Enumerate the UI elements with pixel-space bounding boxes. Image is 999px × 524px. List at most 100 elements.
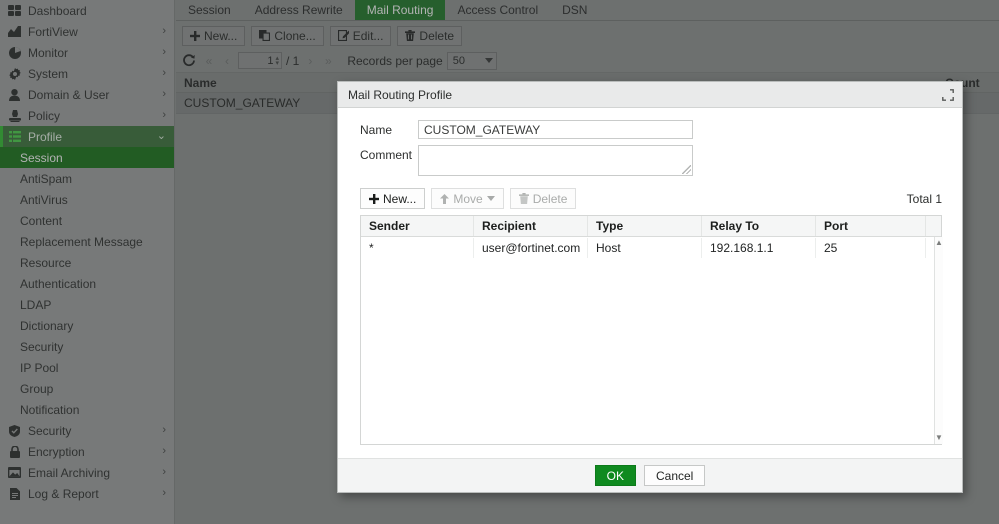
expand-icon[interactable] [942,88,954,101]
sidebar-item-content[interactable]: Content [0,210,174,231]
tab-mail-routing[interactable]: Mail Routing [354,0,446,20]
dialog-title: Mail Routing Profile [348,87,453,102]
sidebar-item-ip-pool[interactable]: IP Pool [0,357,174,378]
sidebar-item-encryption[interactable]: Encryption › [0,441,174,462]
grid-column-type[interactable]: Type [588,216,702,236]
cell-recipient: user@fortinet.com [474,237,588,258]
tab-label: Access Control [457,3,539,17]
refresh-icon[interactable] [182,54,198,67]
sidebar-item-system[interactable]: System › [0,63,174,84]
grid-vertical-scrollbar[interactable]: ▲ ▼ [934,237,943,444]
tab-access-control[interactable]: Access Control [445,0,550,20]
grid-column-relay-to[interactable]: Relay To [702,216,816,236]
spinner-icon: ▴ ▾ [275,54,279,67]
move-up-icon [440,193,450,204]
grid-column-recipient[interactable]: Recipient [474,216,588,236]
rule-move-button[interactable]: Move [431,188,504,209]
rule-move-label: Move [453,191,483,206]
sidebar-item-fortiview[interactable]: FortiView › [0,21,174,42]
routing-rules-grid: Sender Recipient Type Relay To Port * us… [360,215,943,445]
sidebar-item-ldap[interactable]: LDAP [0,294,174,315]
name-input[interactable] [418,120,693,139]
sidebar-item-resource[interactable]: Resource [0,252,174,273]
resize-grip-icon[interactable] [682,165,691,174]
clone-button-label: Clone... [274,28,316,43]
last-page-button[interactable]: » [321,54,335,68]
sidebar-item-authentication[interactable]: Authentication [0,273,174,294]
records-per-page-label: Records per page [347,53,443,68]
shield-icon [7,424,22,438]
edit-button[interactable]: Edit... [329,25,392,46]
sidebar-item-label: Policy [28,108,61,123]
name-label: Name [360,123,393,137]
page-number-input[interactable]: 1 ▴ ▾ [238,52,282,69]
cell-relay-to: 192.168.1.1 [702,237,816,258]
sidebar-item-security[interactable]: Security › [0,420,174,441]
sidebar-item-monitor[interactable]: Monitor › [0,42,174,63]
sidebar-item-label: Security [28,423,72,438]
scroll-down-icon[interactable]: ▼ [935,434,943,442]
sidebar-item-dictionary[interactable]: Dictionary [0,315,174,336]
sidebar-item-group[interactable]: Group [0,378,174,399]
tab-address-rewrite[interactable]: Address Rewrite [243,0,355,20]
sidebar-item-email-archiving[interactable]: Email Archiving › [0,462,174,483]
clone-button[interactable]: Clone... [251,25,324,46]
chevron-down-icon: ⌄ [156,130,166,142]
prev-page-button[interactable]: ‹ [220,54,234,68]
sidebar-item-dashboard[interactable]: Dashboard [0,0,174,21]
sidebar-item-domain-user[interactable]: Domain & User › [0,84,174,105]
chevron-down-icon [484,58,493,63]
next-page-button[interactable]: › [303,54,317,68]
table-row[interactable]: * user@fortinet.com Host 192.168.1.1 25 [361,237,934,258]
ok-button[interactable]: OK [594,465,636,486]
sidebar-item-security-profile[interactable]: Security [0,336,174,357]
tab-session[interactable]: Session [176,0,243,20]
edit-icon [337,30,349,41]
cell-sender: * [361,237,474,258]
chevron-right-icon: › [162,109,166,121]
sidebar-item-log-report[interactable]: Log & Report › [0,483,174,504]
sidebar-item-notification[interactable]: Notification [0,399,174,420]
cell-extra [926,238,934,258]
archive-icon [7,466,22,480]
sidebar-item-session[interactable]: Session [0,147,174,168]
rule-delete-button[interactable]: Delete [509,188,577,209]
tab-dsn[interactable]: DSN [550,0,599,20]
records-per-page-select[interactable]: 50 [446,51,497,70]
sidebar-sub-label: AntiSpam [20,171,73,186]
user-icon [7,88,22,102]
chevron-down-icon [486,196,495,201]
edit-button-label: Edit... [352,28,384,43]
sidebar-sub-label: Security [20,339,64,354]
first-page-button[interactable]: « [202,54,216,68]
sidebar-sub-label: Authentication [20,276,97,291]
sidebar-item-label: Profile [28,129,63,144]
sidebar-item-label: Domain & User [28,87,110,102]
new-button[interactable]: New... [182,25,246,46]
chevron-right-icon: › [162,487,166,499]
grid-column-sender[interactable]: Sender [361,216,474,236]
sidebar-item-label: Dashboard [28,3,87,18]
scroll-up-icon[interactable]: ▲ [935,239,943,247]
sidebar-item-antispam[interactable]: AntiSpam [0,168,174,189]
rule-new-button[interactable]: New... [360,188,426,209]
sidebar-item-replacement-message[interactable]: Replacement Message [0,231,174,252]
rule-delete-label: Delete [532,191,568,206]
dialog-body: Name Comment New... [338,108,962,458]
sidebar-item-antivirus[interactable]: AntiVirus [0,189,174,210]
tab-label: DSN [562,3,588,17]
sidebar-sub-label: Notification [20,402,80,417]
total-count-label: Total 1 [906,191,942,206]
sidebar-item-policy[interactable]: Policy › [0,105,174,126]
sidebar-item-profile[interactable]: Profile ⌄ [0,126,174,147]
sidebar-sub-label: Group [20,381,54,396]
comment-textarea[interactable] [418,145,693,176]
cancel-button[interactable]: Cancel [643,465,706,486]
tab-bar: Session Address Rewrite Mail Routing Acc… [176,0,999,21]
sidebar-item-label: FortiView [28,24,78,39]
pagination-bar: « ‹ 1 ▴ ▾ / 1 › » Records per page 50 [176,49,999,73]
delete-button[interactable]: Delete [397,25,463,46]
sidebar: Dashboard FortiView › Monitor › System ›… [0,0,175,524]
sidebar-sub-label: Dictionary [20,318,74,333]
grid-column-port[interactable]: Port [816,216,926,236]
